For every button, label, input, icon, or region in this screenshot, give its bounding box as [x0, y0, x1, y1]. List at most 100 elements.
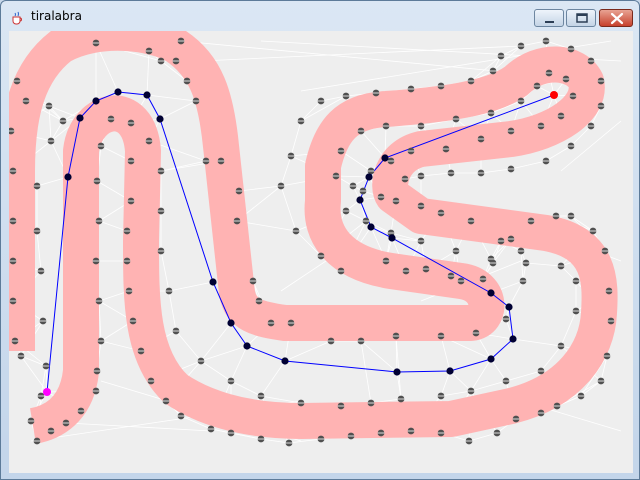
graph-node — [557, 112, 565, 120]
close-icon — [610, 12, 624, 25]
graph-node — [287, 152, 295, 160]
graph-node — [342, 207, 350, 215]
graph-node — [542, 157, 550, 165]
graph-node — [522, 259, 530, 267]
graph-node — [207, 425, 215, 433]
graph-node — [489, 67, 497, 75]
graph-edge — [260, 360, 286, 397]
graph-node — [452, 247, 460, 255]
graph-node — [577, 392, 585, 400]
graph-node — [37, 267, 45, 275]
graph-node — [47, 427, 55, 435]
graph-node — [317, 252, 325, 260]
graph-edge — [340, 150, 372, 172]
graph-edge — [284, 340, 332, 362]
graph-node — [417, 172, 425, 180]
graph-node — [562, 75, 570, 83]
graph-edge — [290, 120, 302, 157]
graph-edge — [545, 145, 572, 162]
graph-node — [552, 212, 560, 220]
minimize-button[interactable] — [534, 9, 564, 27]
graph-edge — [200, 360, 232, 382]
graph-edge — [360, 130, 386, 159]
graph-node — [11, 337, 19, 345]
graph-node — [537, 122, 545, 130]
graph-node — [467, 77, 475, 85]
graph-node — [587, 57, 595, 65]
graph-node — [97, 337, 105, 345]
graph-node — [157, 207, 165, 215]
graph-node — [287, 319, 295, 327]
graph-node — [377, 193, 385, 201]
graph-node — [165, 287, 173, 295]
graph-node — [407, 147, 415, 155]
pathfinding-canvas[interactable] — [9, 31, 633, 473]
graph-node — [337, 147, 345, 155]
graph-node — [457, 277, 465, 285]
path-node — [92, 97, 100, 105]
title-bar[interactable]: tiralabra — [1, 1, 639, 31]
graph-node — [507, 127, 515, 135]
graph-node — [437, 209, 445, 217]
graph-edge — [300, 100, 322, 122]
graph-node — [217, 157, 225, 165]
graph-node — [487, 255, 495, 263]
graph-edge — [36, 230, 42, 272]
graph-node — [92, 257, 100, 265]
graph-node — [465, 437, 473, 445]
graph-node — [517, 247, 525, 255]
graph-node — [123, 227, 131, 235]
graph-node — [517, 97, 525, 105]
graph-edge — [160, 250, 170, 292]
path-node — [209, 278, 217, 286]
graph-node — [145, 137, 153, 145]
graph-edge — [512, 338, 562, 347]
goal-node — [550, 91, 558, 99]
path-node — [509, 335, 517, 343]
close-button[interactable] — [599, 9, 633, 27]
graph-edge — [360, 340, 398, 373]
graph-node — [327, 337, 335, 345]
graph-edge — [280, 155, 292, 187]
graph-edge — [280, 185, 297, 232]
graph-node — [9, 217, 17, 225]
graph-node — [357, 127, 365, 135]
graph-node — [297, 399, 305, 407]
graph-node — [349, 182, 357, 190]
graph-node — [62, 419, 70, 427]
graph-node — [192, 97, 200, 105]
graph-node — [442, 145, 450, 153]
graph-node — [397, 395, 405, 403]
graph-node — [47, 137, 55, 145]
path-node — [446, 367, 454, 375]
graph-node — [407, 427, 415, 435]
path-node — [227, 319, 235, 327]
track — [9, 31, 618, 444]
graph-node — [477, 135, 485, 143]
graph-node — [567, 45, 575, 53]
graph-node — [147, 377, 155, 385]
graph-node — [162, 397, 170, 405]
graph-node — [183, 77, 191, 85]
graph-node — [603, 352, 611, 360]
path-node — [143, 91, 151, 99]
graph-node — [92, 39, 100, 47]
graph-node — [95, 297, 103, 305]
graph-node — [127, 119, 135, 127]
graph-node — [417, 122, 425, 130]
graph-node — [332, 172, 340, 180]
graph-node — [402, 267, 410, 275]
graph-edge — [420, 172, 452, 177]
graph-node — [497, 237, 505, 245]
graph-node — [347, 432, 355, 440]
maximize-button[interactable] — [566, 9, 596, 27]
graph-node — [472, 329, 480, 337]
graph-edge — [200, 345, 248, 362]
graph-node — [92, 387, 100, 395]
path-node — [505, 303, 513, 311]
graph-node — [517, 42, 525, 50]
path-node — [487, 289, 495, 297]
graph-node — [382, 257, 390, 265]
path-node — [156, 115, 164, 123]
graph-node — [605, 287, 613, 295]
